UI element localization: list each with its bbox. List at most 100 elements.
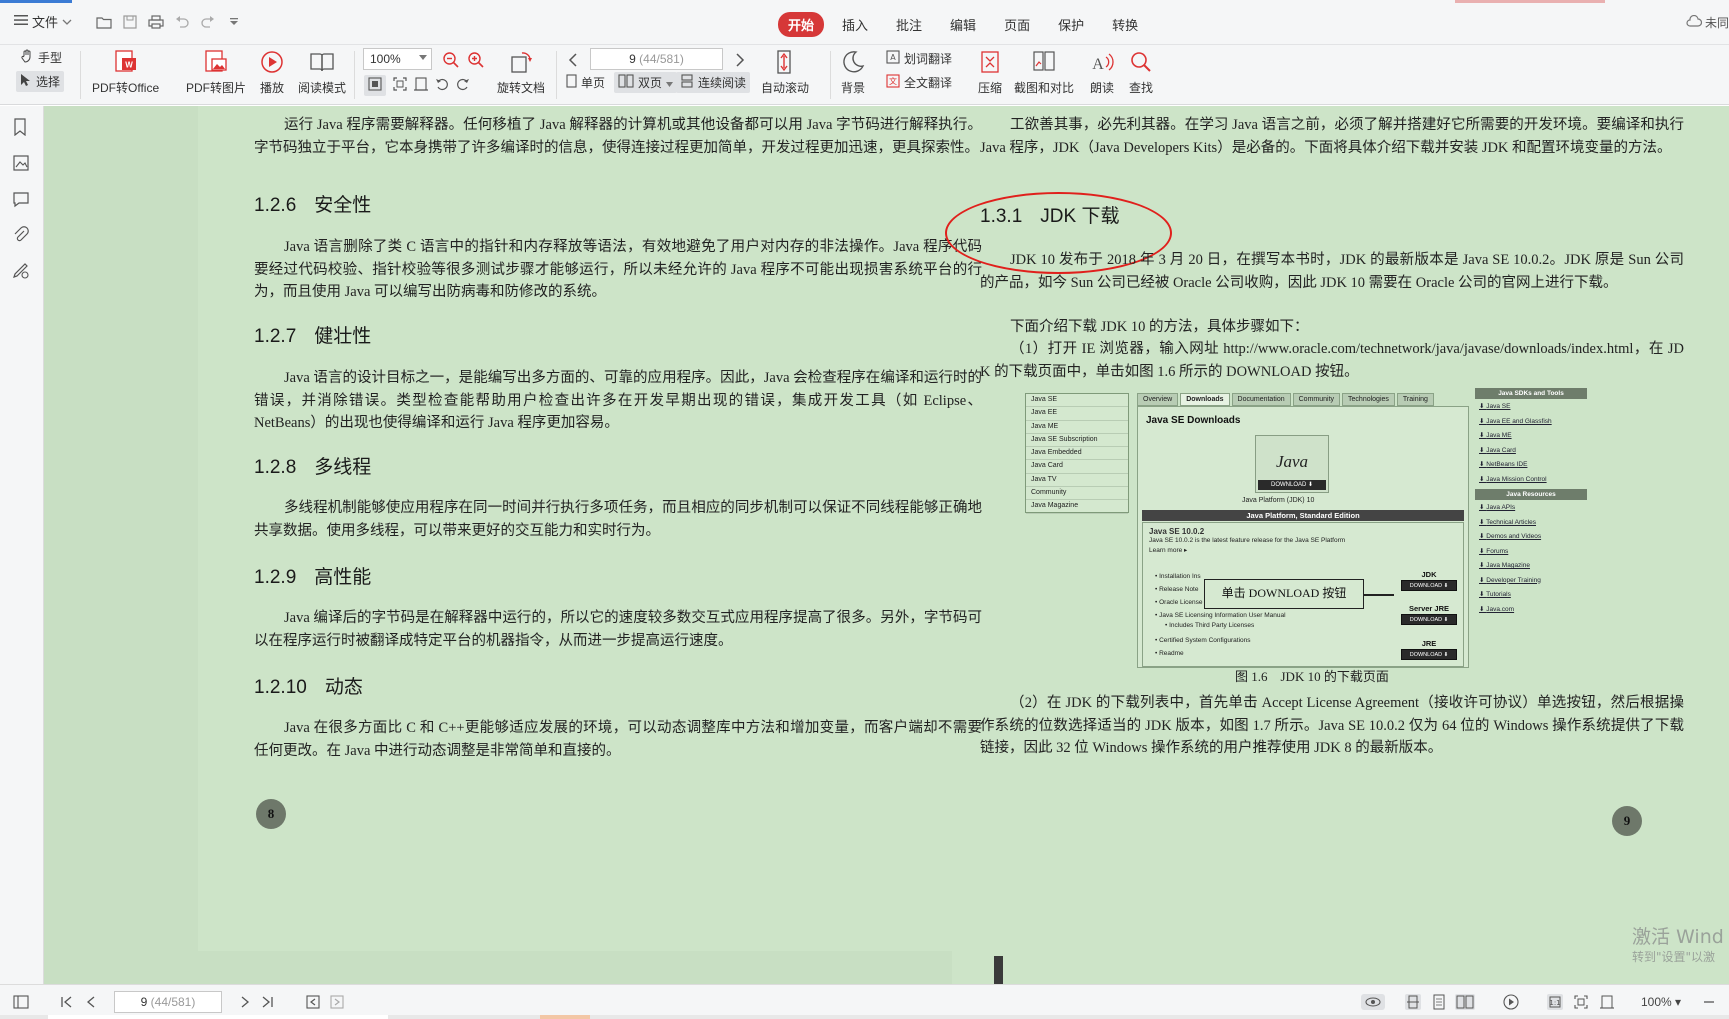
cloud-sync-button[interactable]: 未同 xyxy=(1686,14,1729,31)
auto-scroll-icon xyxy=(771,48,799,76)
tab-edit[interactable]: 编辑 xyxy=(940,12,986,37)
rotate-document-button[interactable]: 旋转文档 xyxy=(497,48,545,96)
page-number-badge: 8 xyxy=(256,799,286,829)
full-translate-button[interactable]: 文 全文翻译 xyxy=(886,74,952,91)
fit-page-icon[interactable] xyxy=(393,77,407,94)
tab-annotate[interactable]: 批注 xyxy=(886,12,932,37)
customize-dropdown-icon[interactable] xyxy=(224,12,244,32)
actual-size-icon[interactable] xyxy=(364,75,386,96)
pdf-to-image-button[interactable]: PDF转图片 xyxy=(186,48,246,96)
jre-download-column: JRE DOWNLOAD ⬇ xyxy=(1401,639,1457,660)
ribbon-toolbar: 手型 选择 W PDF转Office PDF转图片 播放 阅读模式 100% 旋… xyxy=(0,45,1729,105)
svg-text:A: A xyxy=(890,53,896,62)
zoom-select[interactable]: 100% xyxy=(363,48,432,70)
section-number: 1.3.1 xyxy=(980,206,1023,227)
actual-size-icon[interactable]: 1:1 xyxy=(1546,993,1564,1011)
next-page-icon[interactable] xyxy=(730,50,750,70)
tab-insert[interactable]: 插入 xyxy=(832,12,878,37)
last-page-icon[interactable] xyxy=(258,993,276,1011)
document-view[interactable]: 运行 Java 程序需要解释器。任何移植了 Java 解释器的计算机或其他设备都… xyxy=(44,106,1729,984)
pdf-to-office-button[interactable]: W PDF转Office xyxy=(92,48,159,96)
figure-tab: Overview xyxy=(1137,393,1179,406)
taskbar-tab[interactable] xyxy=(540,1015,590,1019)
screenshot-compare-button[interactable]: 截图和对比 xyxy=(1014,48,1074,96)
comment-icon[interactable] xyxy=(12,190,32,210)
reading-mode-button[interactable]: 阅读模式 xyxy=(298,48,346,96)
taskbar-tab[interactable] xyxy=(48,1015,388,1019)
section-paragraph: Java 在很多方面比 C 和 C++更能够适应发展的环境，可以动态调整库中方法… xyxy=(254,720,982,759)
list-item: ⬇ Java APIs xyxy=(1479,504,1516,511)
jre-label: JRE xyxy=(1421,639,1437,648)
jdk-download-column: JDK DOWNLOAD ⬇ xyxy=(1401,570,1457,591)
quick-access-toolbar xyxy=(94,12,244,32)
save-icon[interactable] xyxy=(120,12,140,32)
background-button[interactable]: 背景 xyxy=(839,48,867,96)
ribbon-divider xyxy=(80,51,81,99)
continuous-reading-button[interactable]: 连续阅读 xyxy=(676,72,751,93)
open-folder-icon[interactable] xyxy=(94,12,114,32)
eye-protection-icon[interactable] xyxy=(1360,993,1386,1011)
single-page-view-icon[interactable] xyxy=(1404,993,1422,1011)
compress-button[interactable]: 压缩 xyxy=(976,48,1004,96)
right-intro-paragraph: 工欲善其事，必先利其器。在学习 Java 语言之前，必须了解并搭建好它所需要的开… xyxy=(980,117,1684,156)
find-button[interactable]: 查找 xyxy=(1127,48,1155,96)
previous-page-icon[interactable] xyxy=(563,50,583,70)
rotate-left-icon[interactable] xyxy=(435,77,449,94)
zoom-out-icon[interactable] xyxy=(441,50,461,70)
compress-icon xyxy=(976,48,1004,76)
jdk-download-screenshot-figure: Java SE Java EE Java ME Java SE Subscrip… xyxy=(1025,388,1641,698)
next-page-icon[interactable] xyxy=(236,993,254,1011)
select-tool-button[interactable]: 选择 xyxy=(16,71,65,92)
first-page-icon[interactable] xyxy=(58,993,76,1011)
status-zoom-select[interactable]: 100% ▾ xyxy=(1641,995,1681,1009)
page-number-input[interactable]: 9 (44/581) xyxy=(590,48,723,70)
play-button[interactable]: 播放 xyxy=(258,48,286,96)
tab-page[interactable]: 页面 xyxy=(994,12,1040,37)
java-logo: Java DOWNLOAD ⬇ xyxy=(1255,435,1329,493)
search-icon xyxy=(1127,48,1155,76)
tab-home[interactable]: 开始 xyxy=(778,12,825,37)
undo-icon[interactable] xyxy=(172,12,192,32)
section-heading: 1.2.6 安全性 xyxy=(254,190,371,217)
read-aloud-button[interactable]: A 朗读 xyxy=(1088,48,1116,96)
continuous-view-icon[interactable] xyxy=(1430,993,1448,1011)
signature-icon[interactable] xyxy=(12,262,32,282)
zoom-out-icon[interactable] xyxy=(1700,993,1718,1011)
pdf-to-office-label: PDF转Office xyxy=(92,81,160,95)
redo-icon[interactable] xyxy=(198,12,218,32)
section-paragraph: Java 语言的设计目标之一，是能编写出多方面的、可靠的应用程序。因此，Java… xyxy=(254,370,982,431)
ribbon-divider xyxy=(354,51,355,99)
word-translate-button[interactable]: A 划词翻译 xyxy=(886,50,952,67)
auto-scroll-label: 自动滚动 xyxy=(761,81,810,95)
play-icon[interactable] xyxy=(1502,993,1520,1011)
fit-width-icon[interactable] xyxy=(1598,993,1616,1011)
menu-bar: 文件 开始 插入 批注 编辑 页面 保护 转换 未同 xyxy=(0,0,1729,45)
zoom-value: 100% xyxy=(370,52,401,66)
tab-protect[interactable]: 保护 xyxy=(1048,12,1094,37)
double-page-view-icon[interactable] xyxy=(1454,993,1476,1011)
chevron-down-icon xyxy=(419,55,427,60)
single-page-button[interactable]: 单页 xyxy=(566,74,605,91)
back-view-icon[interactable] xyxy=(304,993,322,1011)
zoom-in-icon[interactable] xyxy=(466,50,486,70)
attachment-icon[interactable] xyxy=(12,226,32,246)
read-aloud-icon: A xyxy=(1088,48,1116,76)
list-item: Java SE Subscription xyxy=(1026,434,1128,448)
toggle-sidebar-icon[interactable] xyxy=(12,993,30,1011)
java-logo-caption: Java Platform (JDK) 10 xyxy=(1242,497,1315,504)
bookmark-icon[interactable] xyxy=(12,118,32,138)
fit-width-icon[interactable] xyxy=(414,77,428,94)
thumbnail-icon[interactable] xyxy=(12,154,32,174)
rotate-right-icon[interactable] xyxy=(456,77,470,94)
print-icon[interactable] xyxy=(146,12,166,32)
double-page-button[interactable]: 双页 xyxy=(614,72,678,93)
tab-convert[interactable]: 转换 xyxy=(1102,12,1148,37)
jdk-release-paragraph: JDK 10 发布于 2018 年 3 月 20 日，在撰写本书时，JDK 的最… xyxy=(980,252,1684,291)
status-page-input[interactable]: 9 (44/581) xyxy=(114,991,222,1013)
previous-page-icon[interactable] xyxy=(82,993,100,1011)
file-menu-button[interactable]: 文件 xyxy=(14,12,72,31)
forward-view-icon[interactable] xyxy=(328,993,346,1011)
auto-scroll-button[interactable]: 自动滚动 xyxy=(761,48,809,96)
fit-page-icon[interactable] xyxy=(1572,993,1590,1011)
hand-tool-button[interactable]: 手型 xyxy=(20,49,62,66)
